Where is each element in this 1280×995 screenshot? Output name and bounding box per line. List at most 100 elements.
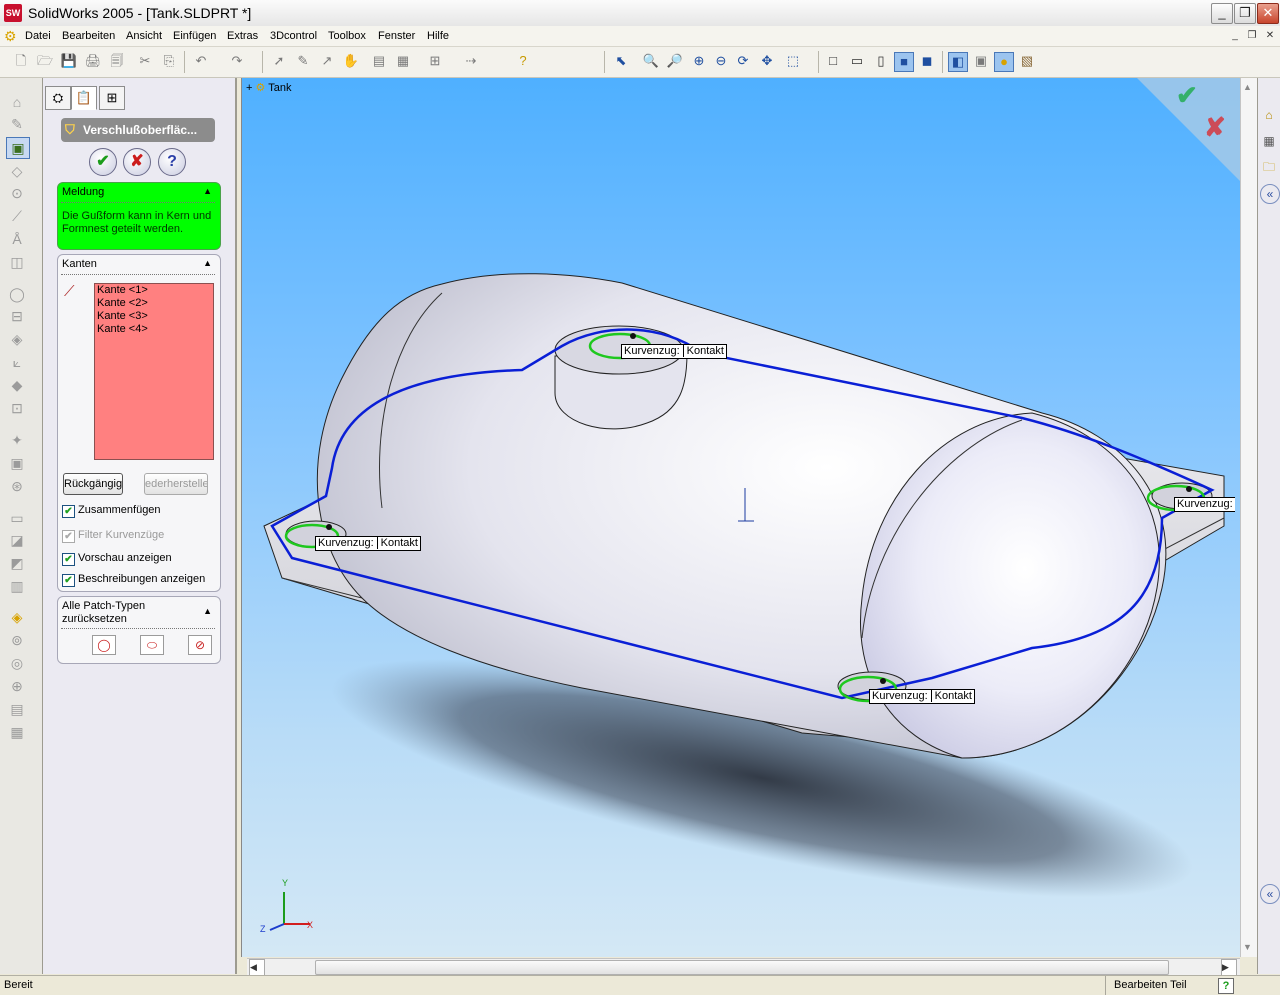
shut-off-surface-tool-icon[interactable]: ◈ [6, 607, 28, 627]
parting-line-icon[interactable]: ▣ [6, 453, 28, 473]
horizontal-scrollbar[interactable]: ◀ ▶ [247, 958, 1240, 976]
previous-view-icon[interactable]: ⬉ [612, 52, 630, 70]
menu-bearbeiten[interactable]: Bearbeiten [59, 28, 118, 44]
new-document-icon[interactable]: 🗋 [12, 52, 30, 70]
help-icon[interactable]: ? [514, 52, 532, 70]
mold-tools-icon[interactable]: ▣ [6, 137, 30, 159]
property-manager-tab-icon[interactable]: 📋 [71, 86, 97, 110]
scroll-thumb[interactable] [315, 960, 1169, 975]
pan-hand-icon[interactable]: ✋ [342, 52, 360, 70]
callout-bottom[interactable]: Kurvenzug: Kontakt [869, 689, 975, 704]
contact-patch-icon[interactable]: ◯ [92, 635, 116, 655]
callout-left[interactable]: Kurvenzug: Kontakt [315, 536, 421, 551]
menu-datei[interactable]: Datei [22, 28, 54, 44]
cut-extrude-icon[interactable]: ⊟ [6, 306, 28, 326]
grid-icon[interactable]: ▤ [370, 52, 388, 70]
section-view-icon[interactable]: ▧ [1018, 52, 1036, 70]
save-icon[interactable]: 💾 [60, 52, 78, 70]
callout-value[interactable]: Kontakt [381, 537, 418, 549]
document-close-button[interactable]: ✕ [1263, 29, 1277, 42]
menu-extras[interactable]: Extras [224, 28, 261, 44]
feature-tree-root[interactable]: + ⚙ Tank [246, 80, 291, 96]
callout-top[interactable]: Kurvenzug: Kontakt [621, 344, 727, 359]
shell-icon[interactable]: ⊡ [6, 398, 28, 418]
collapse-patch-icon[interactable]: ▲ [203, 606, 212, 616]
edge-selection-list[interactable]: Kante <1> Kante <2> Kante <3> Kante <4> [94, 283, 214, 460]
sweep-icon[interactable]: ⟀ [6, 352, 28, 372]
curves-icon[interactable]: ⟋ [6, 206, 28, 226]
callout-value[interactable]: Kontakt [935, 690, 972, 702]
pan-view-icon[interactable]: ✥ [758, 52, 776, 70]
help-status-icon[interactable]: ? [1218, 978, 1234, 994]
file-explorer-icon[interactable]: 🗀 [1260, 158, 1278, 176]
callout-right[interactable]: Kurvenzug: [1174, 497, 1235, 512]
redo-icon[interactable]: ↷ [228, 52, 246, 70]
table-icon[interactable]: ▦ [394, 52, 412, 70]
scroll-right-icon[interactable]: ▶ [1221, 959, 1237, 976]
no-fill-patch-icon[interactable]: ⊘ [188, 635, 212, 655]
tank-model-view[interactable] [242, 78, 1241, 957]
zoom-to-area-icon[interactable]: 🔎 [666, 52, 684, 70]
menu-ansicht[interactable]: Ansicht [123, 28, 165, 44]
hidden-lines-removed-icon[interactable]: ▯ [872, 52, 890, 70]
extrude-icon[interactable]: ◯ [6, 284, 28, 304]
loft-icon[interactable]: ◈ [6, 329, 28, 349]
tooling-split-icon[interactable]: ⊕ [6, 676, 28, 696]
ruled-surface-icon[interactable]: ◎ [6, 653, 28, 673]
annotations-icon[interactable]: Å [6, 229, 28, 249]
scroll-down-icon[interactable]: ▼ [1243, 942, 1252, 952]
collapse-edges-icon[interactable]: ▲ [203, 258, 212, 268]
mold-split-icon[interactable]: ▥ [6, 576, 28, 596]
cut-icon[interactable]: ✂ [136, 52, 154, 70]
print-icon[interactable]: 🖨 [84, 52, 102, 70]
sketch-icon[interactable]: ✎ [294, 52, 312, 70]
insert-icon[interactable]: ⊞ [426, 52, 444, 70]
undo-button[interactable]: Rückgängig [63, 473, 123, 495]
features-icon[interactable]: ⊙ [6, 183, 28, 203]
rotate-view-icon[interactable]: ⟳ [734, 52, 752, 70]
configuration-manager-tab-icon[interactable]: ⊞ [99, 86, 125, 110]
scale-icon[interactable]: ▭ [6, 508, 28, 528]
reference-geometry-icon[interactable]: ◇ [6, 161, 28, 181]
copy-icon[interactable]: ⎘ [160, 52, 178, 70]
expand-pane-icon[interactable]: « [1260, 884, 1280, 904]
checkbox-checked-icon[interactable]: ✔ [62, 505, 75, 518]
list-item[interactable]: Kante <3> [95, 310, 213, 323]
confirm-cancel-icon[interactable]: ✘ [1204, 112, 1226, 143]
print-preview-icon[interactable]: 🗐 [108, 52, 126, 70]
feature-manager-tab-icon[interactable]: ⛭ [45, 86, 71, 110]
document-minimize-button[interactable]: _ [1228, 29, 1242, 42]
open-document-icon[interactable]: 🗁 [36, 52, 54, 70]
cancel-button[interactable]: ✘ [123, 148, 151, 176]
analysis-icon[interactable]: ✦ [6, 430, 28, 450]
checkbox-checked-icon[interactable]: ✔ [62, 553, 75, 566]
scroll-left-icon[interactable]: ◀ [249, 959, 265, 976]
tangent-patch-icon[interactable]: ⬭ [140, 635, 164, 655]
menu-einfuegen[interactable]: Einfügen [170, 28, 219, 44]
core-pull-icon[interactable]: ▤ [6, 699, 28, 719]
surfaces-icon[interactable]: ◫ [6, 252, 28, 272]
ok-button[interactable]: ✔ [89, 148, 117, 176]
perspective-icon[interactable]: ▣ [972, 52, 990, 70]
hidden-lines-visible-icon[interactable]: ▭ [848, 52, 866, 70]
menu-hilfe[interactable]: Hilfe [424, 28, 452, 44]
confirm-ok-icon[interactable]: ✔ [1176, 80, 1198, 111]
undercut-detection-icon[interactable]: ▦ [6, 722, 28, 742]
list-item[interactable]: Kante <4> [95, 323, 213, 336]
menu-fenster[interactable]: Fenster [375, 28, 418, 44]
solidworks-menu-logo-icon[interactable]: ⚙ [4, 28, 20, 44]
zoom-to-fit-icon[interactable]: 🔍 [642, 52, 660, 70]
cavity-icon[interactable]: ◩ [6, 553, 28, 573]
wireframe-icon[interactable]: □ [824, 52, 842, 70]
restore-button[interactable]: ❐ [1234, 3, 1256, 24]
list-item[interactable]: Kante <2> [95, 297, 213, 310]
sketch-tools-icon[interactable]: ⌂ [6, 92, 28, 112]
zoom-out-icon[interactable]: ⊖ [712, 52, 730, 70]
list-item[interactable]: Kante <1> [95, 284, 213, 297]
menu-3dcontrol[interactable]: 3Dcontrol [267, 28, 320, 44]
core-icon[interactable]: ◪ [6, 530, 28, 550]
rebuild-icon[interactable]: ⇢ [462, 52, 480, 70]
shaded-icon[interactable]: ◼ [918, 52, 936, 70]
standard-views-icon[interactable]: ⬚ [784, 52, 802, 70]
minimize-button[interactable]: _ [1211, 3, 1233, 24]
